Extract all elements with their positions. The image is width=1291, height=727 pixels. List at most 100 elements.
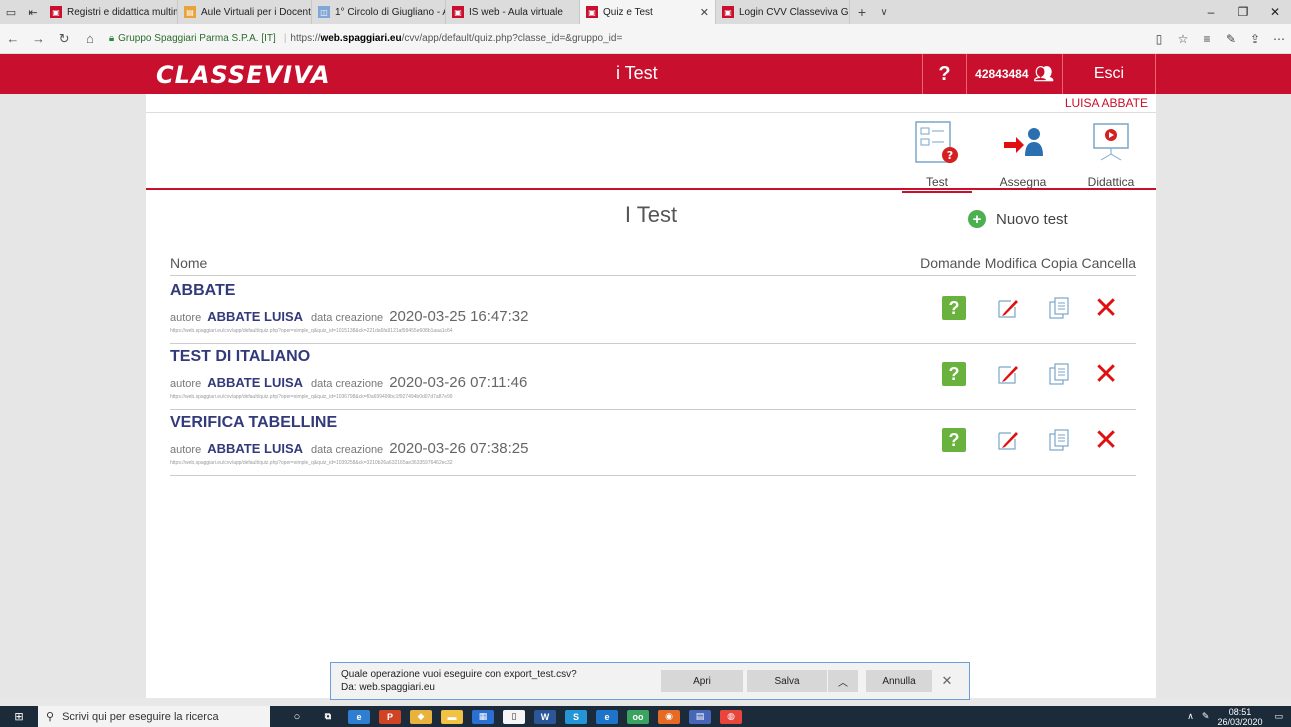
cortana-icon[interactable]: ○	[286, 710, 308, 724]
edit-pencil-icon[interactable]	[996, 296, 1020, 320]
open-button[interactable]: Apri	[661, 670, 743, 692]
system-tray: ∧ ✎ 08:51 26/03/2020 ▭	[1187, 706, 1291, 727]
tab-label: 1° Circolo di Giugliano - Avv	[335, 6, 445, 18]
new-tab-icon[interactable]: +	[850, 4, 874, 20]
close-download-bar-icon[interactable]: ✕	[932, 673, 962, 689]
windows-taskbar: ⊞ ⚲ Scrivi qui per eseguire la ricerca ○…	[0, 706, 1291, 727]
new-test-button[interactable]: + Nuovo test	[968, 210, 1068, 228]
app-icon[interactable]: ◆	[410, 709, 432, 724]
test-title-link[interactable]: ABBATE	[170, 282, 235, 300]
nav-tile-didattica[interactable]: Didattica	[1076, 120, 1146, 189]
test-title-link[interactable]: TEST DI ITALIANO	[170, 348, 310, 366]
row-actions: ? ✕	[920, 292, 1136, 326]
users-icon: 👥︎	[1033, 66, 1054, 83]
powerpoint-icon[interactable]: P	[379, 709, 401, 724]
url-field[interactable]: 🔒︎ Gruppo Spaggiari Parma S.P.A. [IT] | …	[109, 28, 1147, 50]
questions-button[interactable]: ?	[942, 428, 966, 452]
tray-chevron-icon[interactable]: ∧	[1187, 711, 1194, 722]
test-share-link[interactable]: https://web.spaggiari.eu/cvv/app/default…	[170, 328, 453, 334]
document-icon[interactable]: ▯	[503, 709, 525, 724]
edge-browser-icon[interactable]: e	[348, 709, 370, 724]
table-row: VERIFICA TABELLINE autore ABBATE LUISA d…	[170, 410, 1136, 476]
refresh-icon[interactable]: ↻	[51, 31, 77, 47]
assign-to-person-icon	[1004, 128, 1043, 156]
browser-tab[interactable]: ◫ 1° Circolo di Giugliano - Avv	[312, 0, 446, 24]
task-view-icon[interactable]: ⧉	[317, 710, 339, 724]
set-aside-tabs-icon[interactable]: ⇤	[22, 0, 44, 24]
minimize-icon[interactable]: –	[1195, 0, 1227, 24]
browser-tab-active[interactable]: ▣ Quiz e Test ✕	[580, 0, 716, 24]
browser-tab[interactable]: ▣ Registri e didattica multime	[44, 0, 178, 24]
edit-pencil-icon[interactable]	[996, 428, 1020, 452]
date-label: data creazione	[311, 378, 384, 390]
copy-document-icon[interactable]	[1048, 296, 1072, 320]
firefox-icon[interactable]: ◉	[658, 709, 680, 724]
restore-icon[interactable]: ❐	[1227, 0, 1259, 24]
browser-tab[interactable]: ▤ Aule Virtuali per i Docenti.p	[178, 0, 312, 24]
file-explorer-icon[interactable]: ▬	[441, 709, 463, 724]
header-title: i Test	[616, 63, 658, 83]
share-icon[interactable]: ⇪	[1243, 32, 1267, 46]
questions-button[interactable]: ?	[942, 296, 966, 320]
delete-x-icon[interactable]: ✕	[1093, 292, 1118, 325]
site-header: CLASSEVIVA i Test ? 42843484 👥︎ Esci	[0, 54, 1291, 94]
notes-pen-icon[interactable]: ✎	[1219, 32, 1243, 46]
clock[interactable]: 08:51 26/03/2020	[1217, 707, 1262, 727]
column-header-questions: Domande	[920, 254, 981, 271]
back-arrow-icon[interactable]: ←	[0, 31, 26, 46]
more-options-icon[interactable]: ⋯	[1267, 32, 1291, 46]
taskbar-search-input[interactable]: ⚲ Scrivi qui per eseguire la ricerca	[38, 706, 270, 727]
calendar-icon[interactable]: ▤	[689, 709, 711, 724]
nav-tile-assegna[interactable]: Assegna	[988, 120, 1058, 189]
classeviva-logo[interactable]: CLASSEVIVA	[156, 61, 331, 89]
test-meta: autore ABBATE LUISA data creazione 2020-…	[170, 308, 528, 325]
spaggiari-favicon-icon: ▣	[452, 6, 464, 18]
browser-tab[interactable]: ▣ Login CVV Classeviva Grupp	[716, 0, 850, 24]
edit-pencil-icon[interactable]	[996, 362, 1020, 386]
tab-list-chevron-icon[interactable]: ∨	[874, 7, 894, 18]
test-title-link[interactable]: VERIFICA TABELLINE	[170, 414, 337, 432]
test-created-date: 2020-03-25 16:47:32	[389, 308, 529, 325]
tripadvisor-icon[interactable]: oo	[627, 709, 649, 724]
word-icon[interactable]: W	[534, 709, 556, 724]
browser-tab[interactable]: ▣ IS web - Aula virtuale	[446, 0, 580, 24]
pdf-favicon-icon: ▤	[184, 6, 196, 18]
download-question: Quale operazione vuoi eseguire con expor…	[341, 669, 577, 680]
url-path: /cvv/app/default/quiz.php?classe_id=&gru…	[401, 33, 623, 44]
home-icon[interactable]: ⌂	[77, 31, 103, 46]
save-options-chevron-icon[interactable]: ︿	[828, 670, 858, 692]
edge-icon[interactable]: e	[596, 709, 618, 724]
test-author: ABBATE LUISA	[207, 441, 304, 456]
web-page: CLASSEVIVA i Test ? 42843484 👥︎ Esci LUI…	[0, 54, 1291, 698]
favorite-star-icon[interactable]: ☆	[1171, 32, 1195, 46]
questions-button[interactable]: ?	[942, 362, 966, 386]
copy-document-icon[interactable]	[1048, 362, 1072, 386]
copy-document-icon[interactable]	[1048, 428, 1072, 452]
help-button[interactable]: ?	[922, 54, 966, 94]
favorites-list-icon[interactable]: ≡	[1195, 32, 1219, 46]
exit-button[interactable]: Esci	[1062, 54, 1156, 94]
address-bar: ← → ↻ ⌂ 🔒︎ Gruppo Spaggiari Parma S.P.A.…	[0, 24, 1291, 54]
column-header-name: Nome	[170, 254, 208, 271]
windows-start-icon[interactable]: ⊞	[0, 710, 38, 723]
site-identity[interactable]: Gruppo Spaggiari Parma S.P.A. [IT]	[118, 33, 276, 44]
reading-view-icon[interactable]: ▯	[1147, 32, 1171, 46]
tab-actions-icon[interactable]: ▭	[0, 0, 22, 24]
close-tab-icon[interactable]: ✕	[700, 6, 709, 19]
store-icon[interactable]: ▦	[472, 709, 494, 724]
chrome-icon[interactable]: ◍	[720, 709, 742, 724]
delete-x-icon[interactable]: ✕	[1093, 358, 1118, 391]
row-actions: ? ✕	[920, 358, 1136, 392]
cancel-button[interactable]: Annulla	[866, 670, 932, 692]
forward-arrow-icon[interactable]: →	[26, 31, 52, 46]
close-window-icon[interactable]: ✕	[1259, 0, 1291, 24]
user-code-button[interactable]: 42843484 👥︎	[966, 54, 1062, 94]
delete-x-icon[interactable]: ✕	[1093, 424, 1118, 457]
nav-tile-test[interactable]: ? Test	[902, 120, 972, 193]
test-share-link[interactable]: https://web.spaggiari.eu/cvv/app/default…	[170, 460, 453, 466]
save-button[interactable]: Salva	[747, 670, 827, 692]
pen-workspace-icon[interactable]: ✎	[1202, 711, 1210, 722]
test-share-link[interactable]: https://web.spaggiari.eu/cvv/app/default…	[170, 394, 453, 400]
skype-icon[interactable]: S	[565, 709, 587, 724]
notifications-icon[interactable]: ▭	[1274, 711, 1283, 722]
